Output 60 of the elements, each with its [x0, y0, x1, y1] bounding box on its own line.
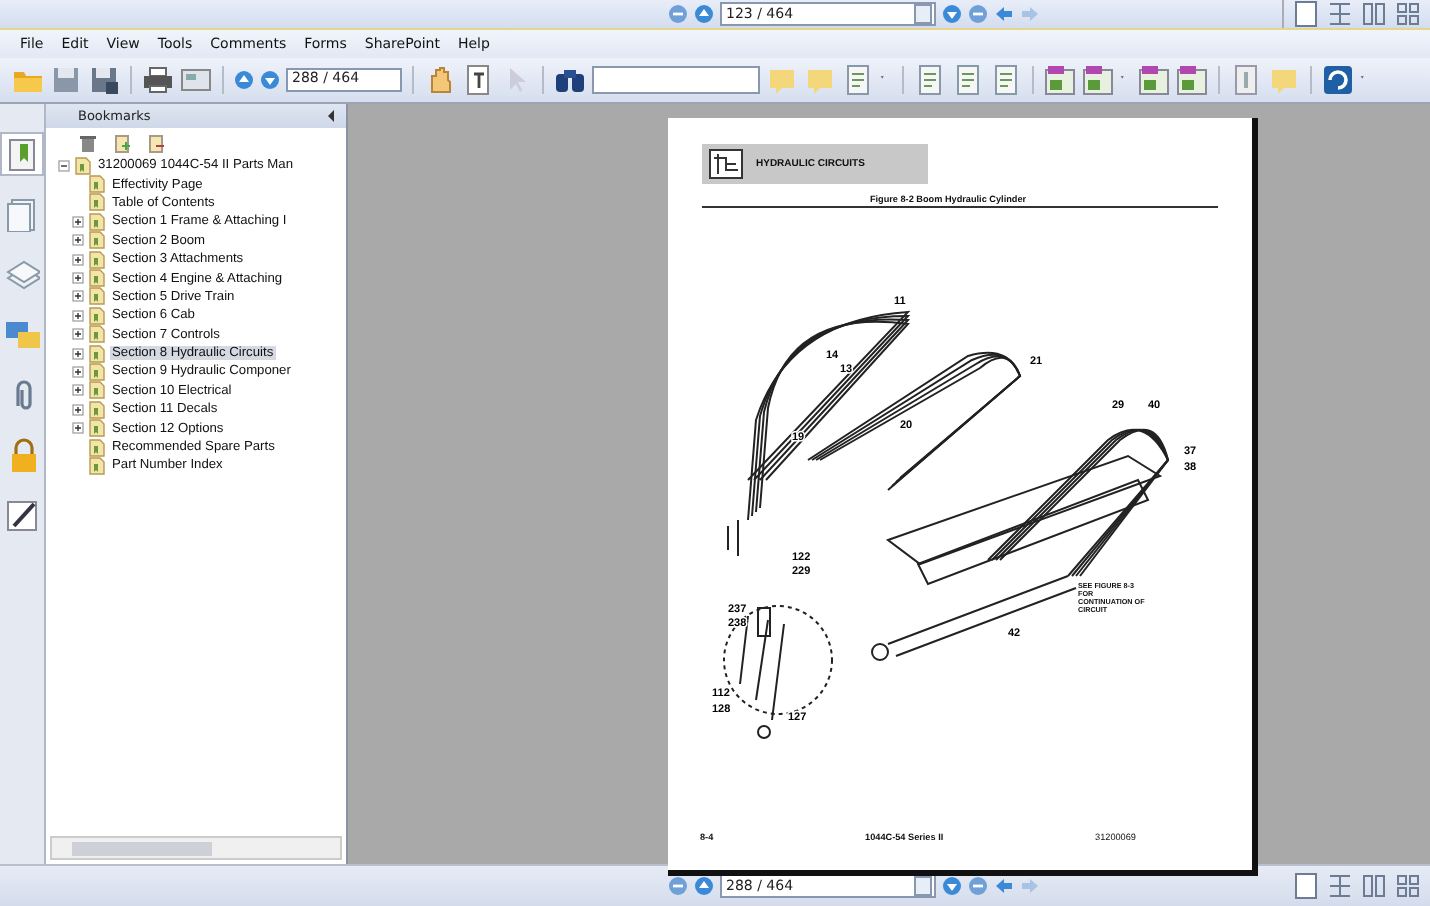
search-icon[interactable]: [554, 64, 586, 96]
document-icon[interactable]: [842, 64, 874, 96]
expand-node-icon[interactable]: [72, 403, 84, 416]
expand-node-icon[interactable]: [72, 253, 84, 266]
pages-icon[interactable]: [4, 196, 40, 232]
new-bookmark-icon[interactable]: [112, 134, 132, 154]
trash-icon[interactable]: [78, 134, 98, 154]
next-page-icon[interactable]: [260, 70, 280, 90]
bookmark-page-icon[interactable]: [74, 155, 92, 176]
continuous-facing-icon[interactable]: [1394, 0, 1422, 28]
zoom-out-icon[interactable]: [668, 4, 688, 24]
layers-icon[interactable]: [4, 256, 40, 292]
zoom-in-icon[interactable]: [968, 876, 988, 896]
next-page-icon[interactable]: [942, 4, 962, 24]
speech-bubbles-icon[interactable]: [4, 316, 40, 352]
bookmark-icon[interactable]: [4, 136, 40, 172]
document-image-icon[interactable]: [1082, 64, 1114, 96]
expand-node-icon[interactable]: [72, 272, 84, 285]
document-image-icon[interactable]: [1138, 64, 1170, 96]
print-icon[interactable]: [142, 64, 174, 96]
continuous-icon[interactable]: [1326, 0, 1354, 28]
bookmark-page-icon[interactable]: [88, 455, 106, 476]
expand-node-icon[interactable]: [72, 365, 84, 378]
single-page-icon[interactable]: [1292, 872, 1320, 900]
back-arrow-icon[interactable]: [994, 4, 1014, 24]
document-icon[interactable]: [952, 64, 984, 96]
pen-icon[interactable]: [4, 496, 40, 532]
expand-node-icon[interactable]: [72, 347, 84, 360]
convert-icon[interactable]: [1322, 64, 1354, 96]
expand-node-icon[interactable]: [72, 290, 84, 303]
expand-node-icon[interactable]: [72, 215, 84, 228]
save-copy-icon[interactable]: [88, 64, 120, 96]
next-page-icon[interactable]: [942, 876, 962, 896]
continuous-icon[interactable]: [1326, 872, 1354, 900]
previous-page-icon[interactable]: [694, 4, 714, 24]
document-image-icon[interactable]: [1044, 64, 1076, 96]
search-field[interactable]: [592, 66, 760, 94]
collapse-node-icon[interactable]: [58, 159, 70, 172]
zoom-out-icon[interactable]: [668, 876, 688, 896]
single-page-icon[interactable]: [1292, 0, 1320, 28]
expand-node-icon[interactable]: [72, 384, 84, 397]
bookmark-page-icon[interactable]: [88, 174, 106, 195]
expand-node-icon[interactable]: [72, 328, 84, 341]
previous-page-icon[interactable]: [234, 70, 254, 90]
document-icon[interactable]: [914, 64, 946, 96]
continuous-facing-icon[interactable]: [1394, 872, 1422, 900]
expand-node-icon[interactable]: [72, 234, 84, 247]
facing-pages-icon[interactable]: [1360, 0, 1388, 28]
facing-pages-icon[interactable]: [1360, 872, 1388, 900]
text-select-icon[interactable]: [462, 64, 494, 96]
document-image-icon[interactable]: [1176, 64, 1208, 96]
back-arrow-icon[interactable]: [994, 876, 1014, 896]
circuit-icon: [708, 148, 744, 180]
document-icon[interactable]: [990, 64, 1022, 96]
screen-icon[interactable]: [180, 64, 212, 96]
collapse-icon[interactable]: [324, 108, 338, 124]
previous-page-icon[interactable]: [694, 876, 714, 896]
zoom-in-icon[interactable]: [968, 4, 988, 24]
expand-node-icon[interactable]: [72, 422, 84, 435]
expand-node-icon[interactable]: [72, 309, 84, 322]
